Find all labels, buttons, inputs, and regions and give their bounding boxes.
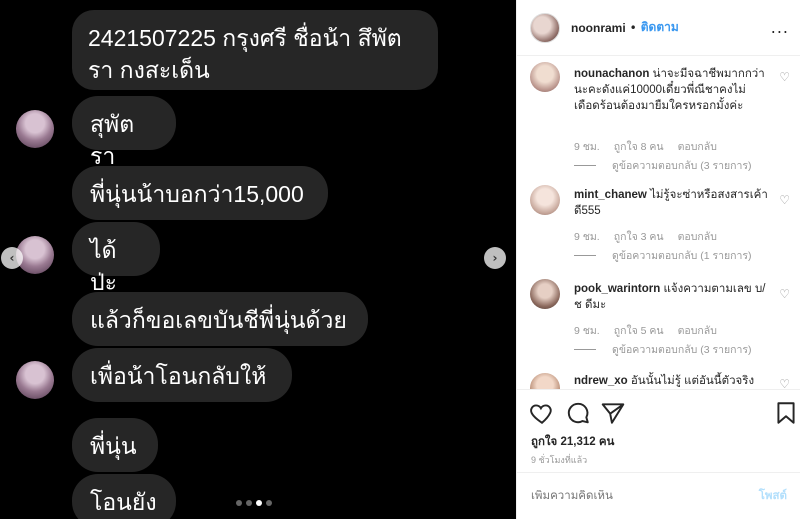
- comment-meta: 9 ชม. ถูกใจ 5 คน ตอบกลับ: [574, 322, 717, 339]
- comment-reply-button[interactable]: ตอบกลับ: [678, 322, 717, 339]
- commenter-avatar[interactable]: [530, 373, 560, 389]
- comment-meta: 9 ชม. ถูกใจ 8 คน ตอบกลับ: [574, 138, 717, 155]
- previous-arrow-icon[interactable]: ‹: [1, 247, 23, 269]
- comment-item: ndrew_xo อันนั้นไม่รู้ แต่อันนี้ตัวจริง …: [530, 373, 792, 389]
- comment-input[interactable]: [531, 490, 759, 502]
- comment-icon[interactable]: [565, 400, 591, 426]
- comment-heart-icon[interactable]: ♡: [779, 70, 790, 84]
- comment-meta: 9 ชม. ถูกใจ 3 คน ตอบกลับ: [574, 228, 717, 245]
- chat-avatar: [16, 110, 54, 148]
- comment-time: 9 ชม.: [574, 141, 600, 153]
- carousel-dot: [236, 500, 242, 506]
- carousel-dot-active: [256, 500, 262, 506]
- comment-likes[interactable]: ถูกใจ 8 คน: [614, 138, 664, 155]
- bookmark-icon[interactable]: [773, 400, 799, 426]
- header-separator: •: [629, 20, 637, 35]
- view-replies-label: ดูข้อความตอบกลับ (3 รายการ): [612, 344, 752, 356]
- author-username[interactable]: noonrami: [571, 21, 626, 35]
- comment-text: อันนั้นไม่รู้ แต่อันนี้ตัวจริง: [630, 375, 755, 387]
- post-header: noonrami • ติดตาม ...: [517, 0, 800, 56]
- next-arrow-icon[interactable]: ›: [484, 247, 506, 269]
- chat-bubble: เพื่อน้าโอนกลับให้: [72, 348, 292, 402]
- view-replies-button[interactable]: ดูข้อความตอบกลับ (3 รายการ): [574, 341, 752, 358]
- post-image: 2421507225 กรุงศรี ชื่อน้า สึพัตรา กงสะเ…: [0, 0, 516, 519]
- comment-reply-button[interactable]: ตอบกลับ: [678, 138, 717, 155]
- follow-button[interactable]: ติดตาม: [641, 18, 679, 37]
- like-count[interactable]: ถูกใจ 21,312 คน: [531, 433, 614, 451]
- chat-bubble: สุพัตรา: [72, 96, 176, 169]
- chat-bubble: โอนยัง: [72, 474, 176, 519]
- commenter-username[interactable]: mint_chanew: [574, 189, 647, 201]
- comment-item: pook_warintorn แจ้งความตามเลข บ/ช ดีมะ ♡…: [530, 279, 792, 356]
- chat-bubble: พี่นุ่นน้าบอกว่า15,000: [72, 166, 328, 220]
- commenter-avatar[interactable]: [530, 279, 560, 309]
- chat-bubble: แล้วก็ขอเลขบันชีพี่นุ่นด้วย: [72, 292, 368, 346]
- carousel-dot: [266, 500, 272, 506]
- comment-reply-button[interactable]: ตอบกลับ: [678, 228, 717, 245]
- comment-list[interactable]: nounachanon น่าจะมีจฉาชีพมากกว่านะคะดังแ…: [517, 57, 800, 389]
- commenter-avatar[interactable]: [530, 62, 560, 92]
- comment-heart-icon[interactable]: ♡: [779, 377, 790, 389]
- reply-line: [574, 165, 596, 166]
- chat-bubble: พี่นุ่น: [72, 418, 158, 472]
- view-replies-label: ดูข้อความตอบกลับ (1 รายการ): [612, 250, 752, 262]
- commenter-username[interactable]: nounachanon: [574, 68, 649, 80]
- commenter-avatar[interactable]: [530, 185, 560, 215]
- share-icon[interactable]: [600, 400, 626, 426]
- reply-line: [574, 255, 596, 256]
- comment-item: mint_chanew ไม่รู้จะซ่าหรือสงสารเค้าดี55…: [530, 185, 792, 262]
- add-comment-bar: โพสต์: [517, 472, 800, 519]
- carousel-dot: [246, 500, 252, 506]
- post-button[interactable]: โพสต์: [759, 487, 787, 505]
- author-avatar[interactable]: [530, 12, 560, 43]
- view-replies-button[interactable]: ดูข้อความตอบกลับ (3 รายการ): [574, 157, 752, 174]
- post-timestamp: 9 ชั่วโมงที่แล้ว: [531, 455, 588, 465]
- view-replies-label: ดูข้อความตอบกลับ (3 รายการ): [612, 160, 752, 172]
- chat-bubble: ได้ป่ะ: [72, 222, 160, 295]
- heart-icon[interactable]: [529, 400, 555, 426]
- commenter-username[interactable]: pook_warintorn: [574, 283, 660, 295]
- post-side-panel: noonrami • ติดตาม ... nounachanon น่าจะม…: [516, 0, 800, 519]
- comment-likes[interactable]: ถูกใจ 5 คน: [614, 322, 664, 339]
- reply-line: [574, 349, 596, 350]
- view-replies-button[interactable]: ดูข้อความตอบกลับ (1 รายการ): [574, 247, 752, 264]
- comment-likes[interactable]: ถูกใจ 3 คน: [614, 228, 664, 245]
- more-options-icon[interactable]: ...: [771, 18, 789, 37]
- comment-time: 9 ชม.: [574, 325, 600, 337]
- comment-heart-icon[interactable]: ♡: [779, 193, 790, 207]
- chat-bubble: 2421507225 กรุงศรี ชื่อน้า สึพัตรา กงสะเ…: [72, 10, 438, 90]
- commenter-username[interactable]: ndrew_xo: [574, 375, 628, 387]
- comment-heart-icon[interactable]: ♡: [779, 287, 790, 301]
- comment-item: nounachanon น่าจะมีจฉาชีพมากกว่านะคะดังแ…: [530, 62, 792, 182]
- chat-avatar: [16, 361, 54, 399]
- comment-time: 9 ชม.: [574, 231, 600, 243]
- carousel-indicator: [236, 500, 272, 506]
